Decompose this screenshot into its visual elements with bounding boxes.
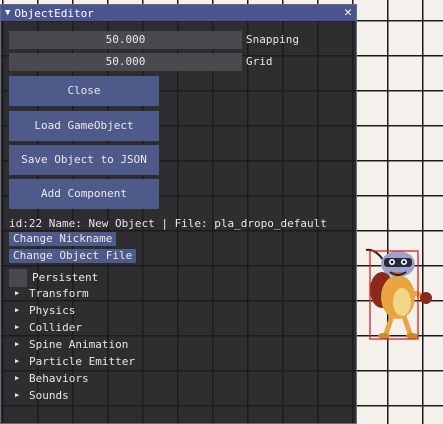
triangle-right-icon: ▶ (15, 374, 20, 382)
object-info: id:22 Name: New Object | File: pla_dropo… (9, 217, 327, 230)
triangle-right-icon: ▶ (15, 357, 20, 365)
triangle-down-icon[interactable]: ▼ (5, 8, 10, 18)
triangle-right-icon: ▶ (15, 340, 20, 348)
triangle-right-icon: ▶ (15, 323, 20, 331)
close-icon[interactable]: ✕ (344, 5, 352, 21)
triangle-right-icon: ▶ (15, 306, 20, 314)
window-titlebar[interactable]: ▼ ObjectEditor ✕ (1, 5, 356, 21)
grid-input[interactable]: 50.000 (9, 53, 242, 71)
tree-node-particle-emitter[interactable]: ▶ Particle Emitter (15, 353, 135, 370)
snapping-input[interactable]: 50.000 (9, 31, 242, 49)
add-component-button[interactable]: Add Component (9, 179, 159, 209)
change-nickname-button[interactable]: Change Nickname (9, 232, 117, 246)
snapping-label: Snapping (246, 33, 299, 46)
game-object-sprite[interactable] (358, 242, 438, 342)
component-tree: ▶ Transform ▶ Physics ▶ Collider ▶ Spine Ani… (15, 285, 135, 404)
triangle-right-icon: ▶ (15, 289, 20, 297)
load-gameobject-button[interactable]: Load GameObject (9, 111, 159, 141)
tree-node-sounds[interactable]: ▶ Sounds (15, 387, 135, 404)
tree-node-physics[interactable]: ▶ Physics (15, 302, 135, 319)
object-editor-window: ▼ ObjectEditor ✕ 50.000 Snapping 50.000 … (0, 4, 357, 424)
change-object-file-button[interactable]: Change Object File (9, 249, 137, 263)
tree-node-collider[interactable]: ▶ Collider (15, 319, 135, 336)
save-json-button[interactable]: Save Object to JSON (9, 145, 159, 175)
close-button[interactable]: Close (9, 76, 159, 106)
tree-node-behaviors[interactable]: ▶ Behaviors (15, 370, 135, 387)
tree-node-spine-animation[interactable]: ▶ Spine Animation (15, 336, 135, 353)
triangle-right-icon: ▶ (15, 391, 20, 399)
grid-label: Grid (246, 55, 273, 68)
window-title: ObjectEditor (14, 6, 94, 20)
tree-node-transform[interactable]: ▶ Transform (15, 285, 135, 302)
